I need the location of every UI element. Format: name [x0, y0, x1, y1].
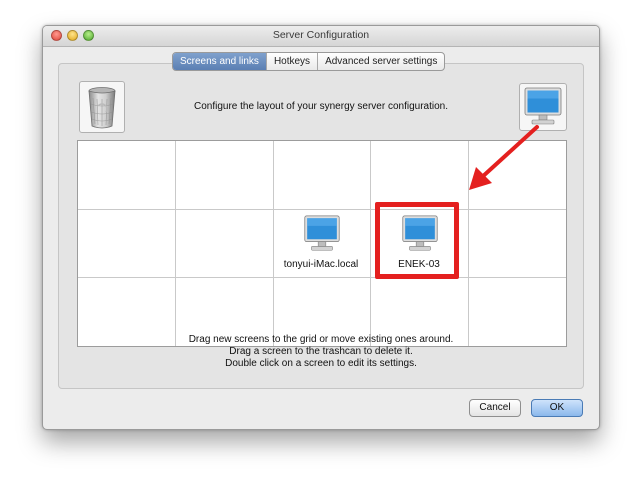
screen-tonyui-imac-local[interactable]: tonyui-iMac.local [273, 210, 369, 278]
screen-name-label: tonyui-iMac.local [283, 259, 359, 270]
monitor-icon [304, 215, 340, 251]
title-bar[interactable]: Server Configuration [43, 26, 599, 47]
trash-can-icon [88, 87, 116, 129]
window-title: Server Configuration [272, 29, 370, 41]
help-line: Double click on a screen to edit its set… [225, 358, 417, 369]
tab-screens-and-links[interactable]: Screens and links [173, 53, 267, 70]
ok-button[interactable]: OK [531, 399, 583, 417]
help-text: Drag new screens to the grid or move exi… [123, 334, 519, 370]
server-configuration-window: Server Configuration Screens and links H… [42, 25, 600, 430]
layout-instruction: Configure the layout of your synergy ser… [193, 101, 449, 112]
help-line: Drag a screen to the trashcan to delete … [229, 346, 413, 357]
trash-can-drop-target[interactable] [79, 81, 125, 133]
red-arrow-annotation [469, 125, 539, 190]
help-line: Drag new screens to the grid or move exi… [188, 334, 454, 345]
tab-hotkeys[interactable]: Hotkeys [267, 53, 319, 70]
tab-bar: Screens and links Hotkeys Advanced serve… [172, 52, 446, 71]
highlight-box-annotation [375, 202, 459, 279]
cancel-button[interactable]: Cancel [469, 399, 521, 417]
tab-advanced-server-settings[interactable]: Advanced server settings [318, 53, 444, 70]
grid-line [175, 141, 176, 346]
